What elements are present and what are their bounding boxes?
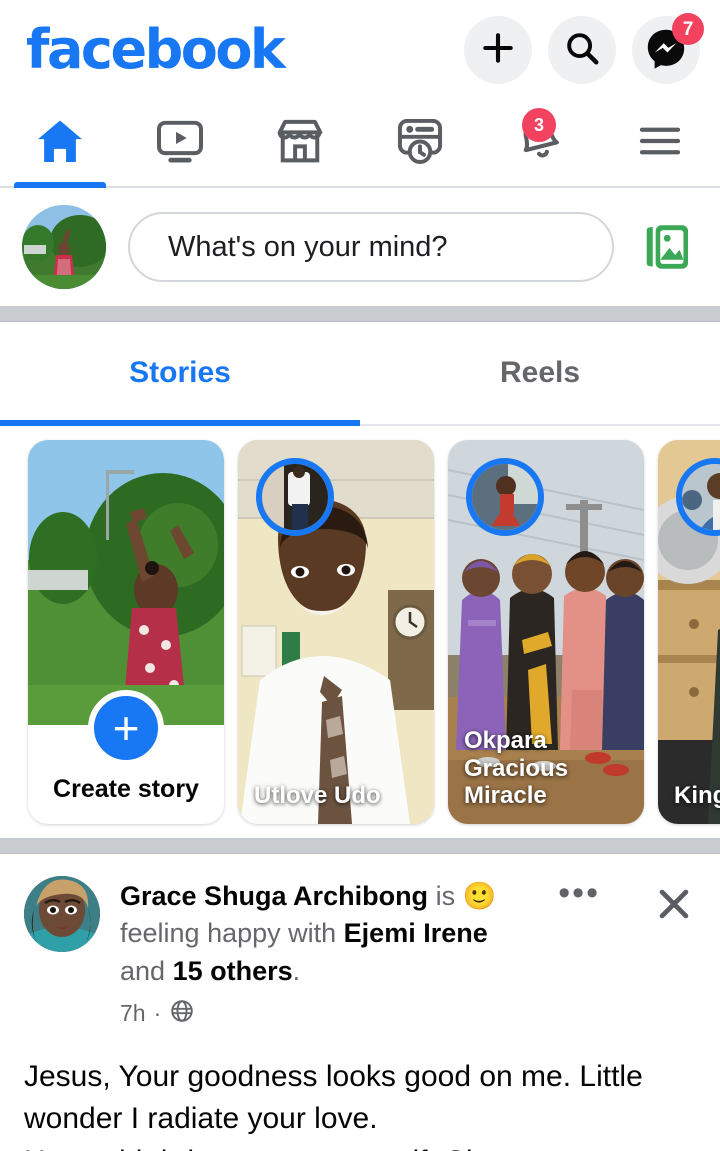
- nav-item-home[interactable]: [0, 100, 120, 188]
- nav-item-marketplace[interactable]: [240, 100, 360, 186]
- post-body-text: Jesus, Your goodness looks good on me. L…: [24, 1056, 696, 1151]
- tab-reels-label: Reels: [499, 356, 581, 389]
- post-author-name[interactable]: Grace Shuga Archibong: [120, 881, 428, 911]
- stories-reels-tabs: Stories Reels: [0, 322, 720, 426]
- post-body-line-1: Jesus, Your goodness looks good on me. L…: [24, 1059, 643, 1136]
- main-nav-tabs: 3: [0, 100, 720, 188]
- post-and-word: and: [120, 955, 166, 986]
- post-others-count[interactable]: 15 others: [173, 956, 293, 986]
- notifications-badge: 3: [522, 108, 556, 142]
- smiley-emoji: 🙂: [462, 881, 497, 911]
- active-tab-indicator: [14, 182, 106, 188]
- post-is-word: is: [435, 881, 456, 911]
- story-card-utlove-udo[interactable]: Utlove Udo: [238, 440, 434, 824]
- post-author-avatar[interactable]: [24, 876, 100, 952]
- nav-item-feeds[interactable]: [360, 100, 480, 186]
- create-button[interactable]: [464, 16, 532, 84]
- story-author-name: Okpara Gracious Miracle: [464, 727, 569, 810]
- tab-reels[interactable]: Reels: [360, 322, 720, 424]
- story-author-name: Utlove Udo: [254, 782, 381, 810]
- user-avatar[interactable]: [22, 205, 106, 289]
- post-period: .: [292, 955, 301, 986]
- stories-carousel[interactable]: + Create story Utlove Udo Okpara Graciou…: [0, 426, 720, 838]
- post-action-prefix: [428, 881, 436, 911]
- create-story-label: Create story: [53, 775, 199, 803]
- post-menu-button[interactable]: •••: [558, 876, 600, 910]
- top-bar: facebook 7: [0, 0, 720, 100]
- messenger-badge: 7: [672, 13, 704, 45]
- post-time: 7h: [120, 1000, 146, 1027]
- globe-icon: [169, 998, 195, 1030]
- search-icon: [563, 29, 601, 72]
- story-author-avatar: [256, 458, 334, 536]
- search-button[interactable]: [548, 16, 616, 84]
- story-author-avatar: [466, 458, 544, 536]
- feeds-clock-icon: [392, 113, 448, 174]
- photo-gallery-icon[interactable]: [636, 216, 698, 278]
- post-header: Grace Shuga Archibong is 🙂 feeling happy…: [24, 876, 696, 1030]
- tab-stories[interactable]: Stories: [0, 322, 360, 426]
- hamburger-menu-icon: [633, 114, 687, 173]
- composer-placeholder: What's on your mind?: [168, 230, 448, 263]
- post-body-line-2: Happy birthday to my cute self. Cheers t…: [24, 1141, 696, 1151]
- story-card-king[interactable]: King: [658, 440, 720, 824]
- post-composer: What's on your mind?: [0, 188, 720, 306]
- post-tagged-friend[interactable]: Ejemi Irene: [344, 918, 488, 948]
- facebook-mobile-app: facebook 7 3 What's on your mind? Storie…: [0, 0, 720, 1151]
- nav-item-watch[interactable]: [120, 100, 240, 186]
- facebook-logo[interactable]: facebook: [26, 23, 286, 77]
- messenger-button[interactable]: 7: [632, 13, 704, 84]
- post-timestamp-row: 7h ·: [120, 998, 538, 1030]
- stories-active-indicator: [0, 420, 360, 426]
- section-divider-bottom: [0, 838, 720, 854]
- create-story-plus-icon[interactable]: +: [88, 690, 164, 766]
- marketplace-icon: [272, 113, 328, 174]
- nav-item-menu[interactable]: [600, 100, 720, 186]
- post-feeling-text: feeling happy with: [120, 918, 337, 949]
- post-meta: Grace Shuga Archibong is 🙂 feeling happy…: [120, 876, 538, 1030]
- top-bar-actions: 7: [464, 13, 704, 84]
- post-separator: ·: [153, 1000, 162, 1027]
- composer-input[interactable]: What's on your mind?: [128, 212, 614, 282]
- story-author-name: King: [674, 782, 720, 810]
- feed-post: Grace Shuga Archibong is 🙂 feeling happy…: [0, 854, 720, 1151]
- post-header-actions: •••: [558, 876, 696, 931]
- section-divider-top: [0, 306, 720, 322]
- post-close-button[interactable]: [652, 882, 696, 931]
- tab-stories-label: Stories: [129, 356, 231, 389]
- story-card-okpara-gracious-miracle[interactable]: Okpara Gracious Miracle: [448, 440, 644, 824]
- post-author-line: Grace Shuga Archibong is 🙂 feeling happy…: [120, 878, 538, 990]
- nav-item-notifications[interactable]: 3: [480, 100, 600, 186]
- home-icon: [32, 113, 88, 174]
- plus-icon: [479, 29, 517, 72]
- create-story-thumbnail: [28, 440, 224, 725]
- create-story-card[interactable]: + Create story: [28, 440, 224, 824]
- video-icon: [152, 113, 208, 174]
